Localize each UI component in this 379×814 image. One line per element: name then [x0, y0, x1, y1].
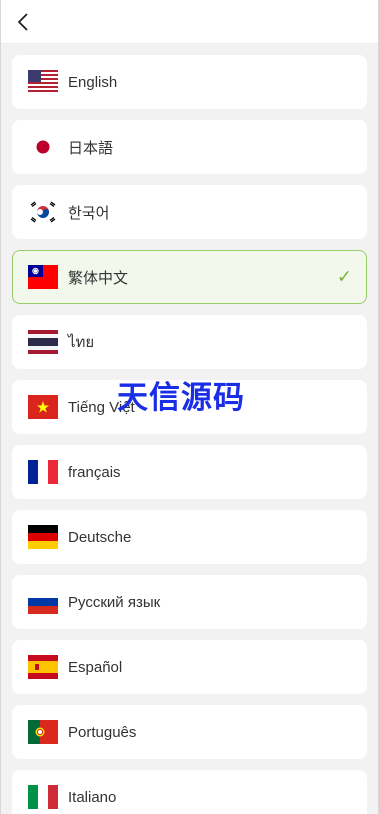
language-label: 繁体中文	[68, 269, 129, 287]
language-label: ไทย	[68, 334, 95, 351]
flag-kr-icon	[28, 200, 58, 224]
flag-ru-icon	[28, 590, 58, 614]
language-item-thai[interactable]: ไทย	[12, 315, 367, 369]
language-label: Русский язык	[68, 593, 161, 611]
language-item-german[interactable]: Deutsche	[12, 510, 367, 564]
language-item-italian[interactable]: Italiano	[12, 770, 367, 814]
language-label: Español	[68, 658, 123, 676]
header	[1, 0, 378, 44]
language-label: Italiano	[68, 788, 117, 806]
language-item-french[interactable]: français	[12, 445, 367, 499]
language-item-english[interactable]: English	[12, 55, 367, 109]
language-list: English 日本語 한국어 繁体中文 ✓ ไทย Tiếng Việt fr…	[12, 55, 367, 814]
flag-it-icon	[28, 785, 58, 809]
flag-pt-icon	[28, 720, 58, 744]
language-item-japanese[interactable]: 日本語	[12, 120, 367, 174]
language-item-spanish[interactable]: Español	[12, 640, 367, 694]
flag-tw-icon	[28, 265, 58, 289]
language-item-portuguese[interactable]: Português	[12, 705, 367, 759]
language-label: français	[68, 463, 121, 481]
language-label: 日本語	[68, 139, 114, 157]
flag-us-icon	[28, 70, 58, 94]
language-item-traditional-chinese[interactable]: 繁体中文 ✓	[12, 250, 367, 304]
flag-es-icon	[28, 655, 58, 679]
flag-th-icon	[28, 330, 58, 354]
back-button[interactable]	[9, 8, 37, 36]
language-item-russian[interactable]: Русский язык	[12, 575, 367, 629]
language-label: Tiếng Việt	[68, 398, 135, 416]
flag-jp-icon	[28, 135, 58, 159]
chevron-left-icon	[17, 13, 28, 31]
flag-fr-icon	[28, 460, 58, 484]
language-label: Deutsche	[68, 528, 132, 546]
language-item-vietnamese[interactable]: Tiếng Việt	[12, 380, 367, 434]
language-settings-screen: English 日本語 한국어 繁体中文 ✓ ไทย Tiếng Việt fr…	[0, 0, 379, 814]
language-label: 한국어	[68, 204, 110, 222]
language-label: Português	[68, 723, 137, 741]
language-item-korean[interactable]: 한국어	[12, 185, 367, 239]
checkmark-icon: ✓	[336, 266, 352, 288]
flag-vn-icon	[28, 395, 58, 419]
language-label: English	[68, 73, 118, 91]
flag-de-icon	[28, 525, 58, 549]
